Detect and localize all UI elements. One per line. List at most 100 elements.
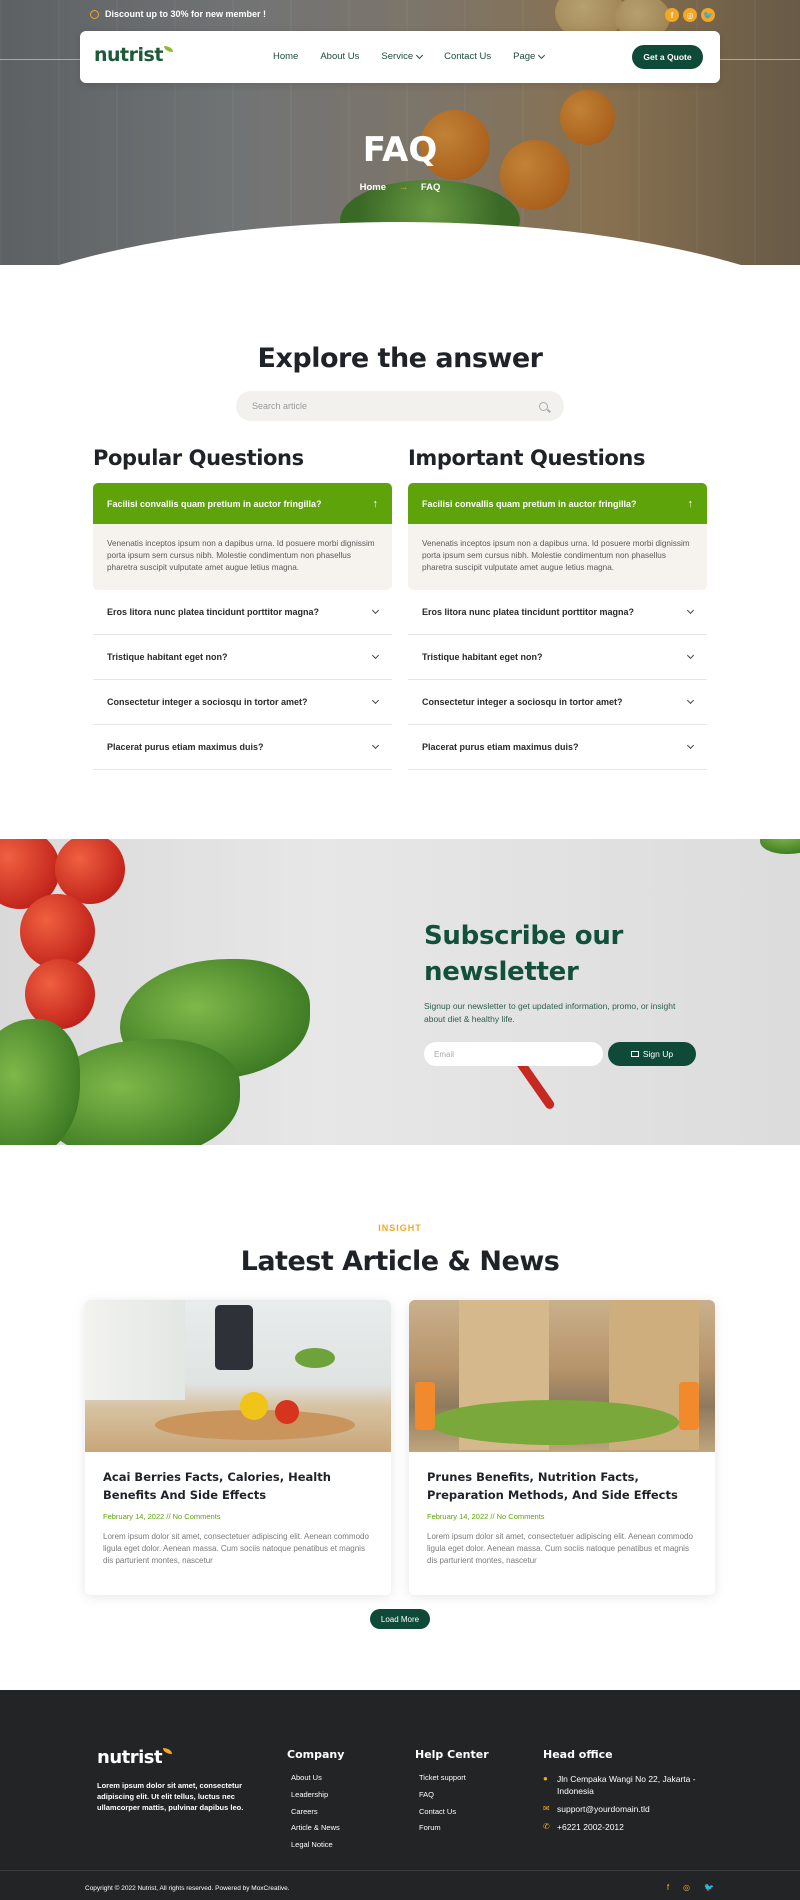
footer-logo[interactable]: nutrist	[97, 1747, 173, 1768]
faq-item[interactable]: Consectetur integer a sociosqu in tortor…	[93, 680, 392, 725]
newsletter-title: Subscribe our newsletter	[424, 921, 624, 987]
nav-label: Contact Us	[444, 51, 492, 62]
nav-menu: Home About Us Service Contact Us Page	[273, 51, 566, 62]
facebook-icon[interactable]: f	[667, 1883, 669, 1892]
faq-item[interactable]: Tristique habitant eget non?	[93, 635, 392, 680]
faq-question: Eros litora nunc platea tincidunt portti…	[422, 607, 635, 617]
instagram-icon[interactable]: ◎	[683, 1883, 690, 1892]
article-excerpt: Lorem ipsum dolor sit amet, consectetuer…	[427, 1532, 693, 1565]
office-phone[interactable]: ✆ +6221 2002-2012	[543, 1821, 713, 1833]
faq-question: Consectetur integer a sociosqu in tortor…	[422, 697, 623, 707]
newsletter-subtitle: Signup our newsletter to get updated inf…	[424, 1001, 676, 1024]
nav-item-service[interactable]: Service	[381, 51, 424, 62]
faq-question: Facilisi convallis quam pretium in aucto…	[422, 498, 637, 509]
faq-item[interactable]: Placerat purus etiam maximus duis?	[93, 725, 392, 770]
instagram-icon[interactable]: ◎	[683, 8, 697, 22]
load-more-button[interactable]: Load More	[370, 1609, 430, 1629]
footer-office-column: Head office ● Jln Cempaka Wangi No 22, Ja…	[543, 1748, 713, 1839]
email-field[interactable]	[424, 1042, 603, 1066]
pepper-image	[240, 1392, 268, 1420]
footer-link[interactable]: About Us	[291, 1773, 344, 1782]
chevron-down-icon	[371, 741, 380, 750]
site-logo[interactable]: nutrist	[94, 44, 173, 66]
faq-item[interactable]: Placerat purus etiam maximus duis?	[408, 725, 707, 770]
leaf-icon	[163, 46, 173, 52]
arrow-up-icon: ↑	[687, 497, 694, 510]
faq-item[interactable]: Consectetur integer a sociosqu in tortor…	[408, 680, 707, 725]
chevron-down-icon	[686, 606, 695, 615]
footer-link[interactable]: Forum	[419, 1823, 489, 1832]
twitter-icon[interactable]: 🐦	[704, 1883, 714, 1892]
sign-up-button[interactable]: Sign Up	[608, 1042, 696, 1066]
faq-question: Placerat purus etiam maximus duis?	[422, 742, 579, 752]
section-eyebrow: INSIGHT	[378, 1223, 422, 1233]
office-email[interactable]: ✉ support@yourdomain.tld	[543, 1803, 713, 1815]
twitter-icon[interactable]: 🐦	[701, 8, 715, 22]
faq-item[interactable]: Eros litora nunc platea tincidunt portti…	[93, 590, 392, 635]
nav-item-page[interactable]: Page	[513, 51, 546, 62]
search-icon[interactable]	[539, 401, 548, 411]
location-icon: ●	[543, 1774, 548, 1783]
breadcrumb-home[interactable]: Home	[360, 182, 386, 193]
search-input[interactable]	[252, 401, 539, 411]
nav-item-about[interactable]: About Us	[320, 51, 359, 62]
jar-image	[215, 1305, 253, 1370]
newsletter-section: Subscribe our newsletter Signup our news…	[0, 839, 800, 1145]
footer-link[interactable]: FAQ	[419, 1790, 489, 1799]
nav-label: About Us	[320, 51, 360, 62]
juice-glass-image	[415, 1382, 435, 1430]
salad-image	[295, 1348, 335, 1368]
footer-link[interactable]: Careers	[291, 1807, 344, 1816]
footer-link[interactable]: Article & News	[291, 1823, 344, 1832]
footer-heading: Help Center	[415, 1748, 489, 1761]
faq-question: Eros litora nunc platea tincidunt portti…	[107, 607, 320, 617]
faq-question: Tristique habitant eget non?	[422, 652, 543, 662]
faq-question: Tristique habitant eget non?	[107, 652, 228, 662]
logo-text: nutrist	[97, 1747, 163, 1768]
article-card[interactable]: Prunes Benefits, Nutrition Facts, Prepar…	[409, 1300, 715, 1595]
article-card[interactable]: Acai Berries Facts, Calories, Health Ben…	[85, 1300, 391, 1595]
footer-heading: Head office	[543, 1748, 613, 1761]
breadcrumb-current: FAQ	[420, 182, 441, 193]
article-meta: February 14, 2022 // No Comments	[103, 1512, 221, 1521]
important-questions-column: Important Questions Facilisi convallis q…	[408, 446, 707, 770]
mail-icon	[630, 1051, 639, 1057]
nav-item-contact[interactable]: Contact Us	[444, 51, 491, 62]
footer-link[interactable]: Ticket support	[419, 1773, 489, 1782]
chevron-down-icon	[686, 741, 695, 750]
footer-link[interactable]: Contact Us	[419, 1807, 489, 1816]
facebook-icon[interactable]: f	[665, 8, 679, 22]
nav-label: Page	[513, 51, 536, 62]
discount-icon	[90, 9, 99, 19]
faq-item-expanded[interactable]: Facilisi convallis quam pretium in aucto…	[408, 483, 707, 524]
faq-item[interactable]: Tristique habitant eget non?	[408, 635, 707, 680]
faq-question: Facilisi convallis quam pretium in aucto…	[107, 498, 322, 509]
popular-questions-column: Popular Questions Facilisi convallis qua…	[93, 446, 392, 770]
top-social-links: f ◎ 🐦	[665, 8, 715, 22]
leaf-image	[760, 839, 800, 854]
footer-heading: Company	[287, 1748, 345, 1761]
faq-answer: Venenatis inceptos ipsum non a dapibus u…	[93, 524, 392, 590]
popular-questions-heading: Popular Questions	[93, 446, 304, 470]
chevron-down-icon	[538, 51, 546, 59]
nav-item-home[interactable]: Home	[273, 51, 298, 62]
email-text: support@yourdomain.tld	[557, 1804, 650, 1814]
article-title[interactable]: Prunes Benefits, Nutrition Facts, Prepar…	[427, 1468, 697, 1504]
article-image	[409, 1300, 715, 1452]
article-image	[85, 1300, 391, 1452]
footer-link[interactable]: Legal Notice	[291, 1840, 344, 1849]
breadcrumb: Home → FAQ	[0, 182, 800, 193]
faq-question: Consectetur integer a sociosqu in tortor…	[107, 697, 308, 707]
footer-link[interactable]: Leadership	[291, 1790, 344, 1799]
chevron-down-icon	[686, 696, 695, 705]
arrow-up-icon: ↑	[372, 497, 379, 510]
faq-item-expanded[interactable]: Facilisi convallis quam pretium in aucto…	[93, 483, 392, 524]
get-quote-button[interactable]: Get a Quote	[632, 45, 703, 69]
site-footer: nutrist Lorem ipsum dolor sit amet, cons…	[0, 1690, 800, 1900]
arrow-right-icon: →	[398, 182, 409, 193]
faq-item[interactable]: Eros litora nunc platea tincidunt portti…	[408, 590, 707, 635]
promo-banner: Discount up to 30% for new member !	[90, 9, 266, 19]
page-title: FAQ	[362, 130, 438, 170]
article-title[interactable]: Acai Berries Facts, Calories, Health Ben…	[103, 1468, 373, 1504]
important-questions-heading: Important Questions	[408, 446, 646, 470]
